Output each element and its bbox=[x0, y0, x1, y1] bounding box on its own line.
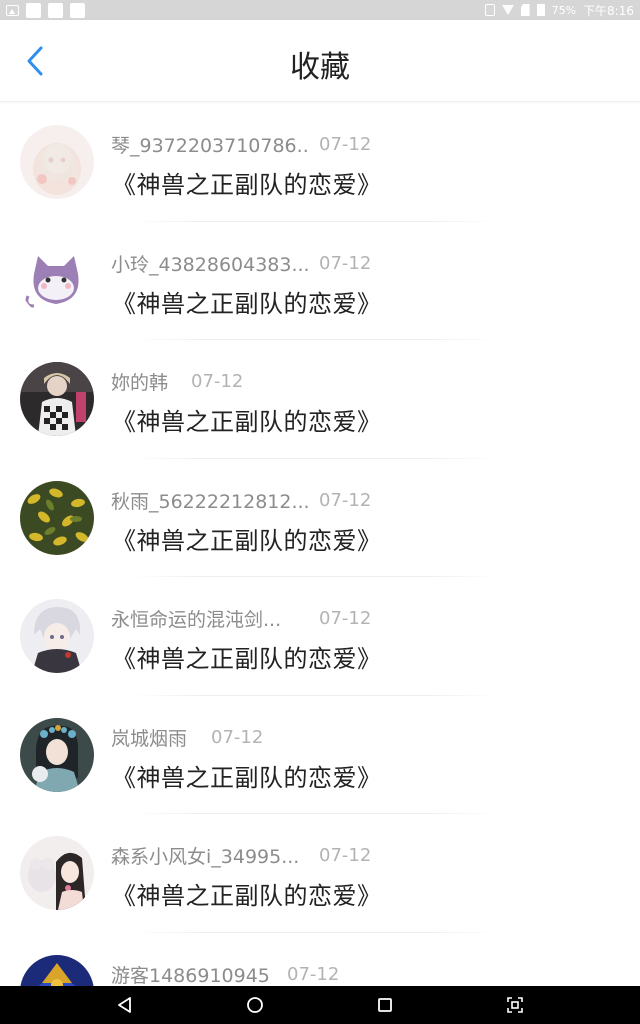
list-item[interactable]: 秋雨_56222212812... 07-12 《神兽之正副队的恋爱》 bbox=[0, 459, 640, 577]
date: 07-12 bbox=[319, 252, 372, 274]
avatar[interactable] bbox=[20, 599, 94, 673]
screenshot-icon[interactable] bbox=[504, 995, 526, 1015]
list-item[interactable]: 妳的韩 07-12 《神兽之正副队的恋爱》 bbox=[0, 340, 640, 459]
header: 收藏 bbox=[0, 20, 640, 102]
nickname: 森系小风女i_34995... bbox=[111, 846, 300, 868]
item-meta: 游客1486910945 07-12 bbox=[111, 961, 339, 988]
list-item[interactable]: 岚城烟雨 07-12 《神兽之正副队的恋爱》 bbox=[0, 696, 640, 814]
nickname: 秋雨_56222212812... bbox=[111, 490, 310, 513]
wifi-icon bbox=[501, 5, 514, 15]
list-item[interactable]: 小玲_43828604383... 07-12 《神兽之正副队的恋爱》 bbox=[0, 222, 640, 340]
image-icon bbox=[6, 4, 19, 16]
favorites-list: 琴_9372203710786.. 07-12 《神兽之正副队的恋爱》 小玲_4… bbox=[0, 103, 640, 1024]
recents-square-icon[interactable] bbox=[374, 995, 396, 1015]
system-icons: 75% 下午8:16 bbox=[484, 2, 634, 19]
square-icon bbox=[48, 2, 63, 18]
avatar[interactable] bbox=[20, 125, 94, 199]
book-title: 《神兽之正副队的恋爱》 bbox=[112, 526, 382, 555]
battery-percent: 75% bbox=[551, 3, 577, 17]
home-circle-icon[interactable] bbox=[244, 995, 266, 1015]
date: 07-12 bbox=[319, 845, 372, 866]
avatar[interactable] bbox=[20, 717, 94, 792]
list-item[interactable]: 森系小风女i_34995... 07-12 《神兽之正副队的恋爱》 bbox=[0, 814, 640, 933]
book-title: 《神兽之正副队的恋爱》 bbox=[112, 408, 382, 436]
book-title: 《神兽之正副队的恋爱》 bbox=[112, 171, 382, 199]
clock: 下午8:16 bbox=[583, 3, 634, 18]
nickname: 妳的韩 bbox=[111, 372, 169, 394]
item-meta: 小玲_43828604383... 07-12 bbox=[111, 250, 371, 277]
status-bar: 75% 下午8:16 bbox=[0, 0, 640, 20]
avatar[interactable] bbox=[20, 243, 94, 318]
book-title: 《神兽之正副队的恋爱》 bbox=[112, 289, 382, 318]
list-item[interactable]: 琴_9372203710786.. 07-12 《神兽之正副队的恋爱》 bbox=[0, 103, 640, 222]
navigation-bar bbox=[0, 986, 640, 1024]
nickname: 永恒命运的混沌剑... bbox=[111, 609, 282, 631]
list-item[interactable]: 永恒命运的混沌剑... 07-12 《神兽之正副队的恋爱》 bbox=[0, 577, 640, 696]
back-triangle-icon[interactable] bbox=[114, 995, 136, 1015]
date: 07-12 bbox=[319, 134, 372, 155]
square-icon bbox=[70, 2, 85, 18]
date: 07-12 bbox=[319, 489, 372, 511]
date: 07-12 bbox=[287, 963, 340, 985]
notification-icons bbox=[6, 2, 85, 18]
book-title: 《神兽之正副队的恋爱》 bbox=[112, 763, 382, 792]
nickname: 岚城烟雨 bbox=[111, 727, 188, 750]
item-meta: 秋雨_56222212812... 07-12 bbox=[111, 487, 371, 514]
nickname: 琴_9372203710786.. bbox=[111, 135, 309, 157]
sim-icon bbox=[520, 4, 530, 16]
item-meta: 琴_9372203710786.. 07-12 bbox=[111, 131, 371, 158]
date: 07-12 bbox=[211, 726, 264, 748]
item-meta: 岚城烟雨 07-12 bbox=[111, 724, 263, 751]
avatar[interactable] bbox=[20, 362, 94, 436]
date: 07-12 bbox=[191, 371, 244, 392]
date: 07-12 bbox=[319, 608, 372, 629]
avatar[interactable] bbox=[20, 836, 94, 910]
avatar[interactable] bbox=[20, 480, 94, 555]
nickname: 游客1486910945 bbox=[111, 964, 270, 987]
item-meta: 永恒命运的混沌剑... 07-12 bbox=[111, 605, 371, 632]
square-icon bbox=[26, 2, 41, 18]
book-title: 《神兽之正副队的恋爱》 bbox=[112, 645, 382, 673]
item-meta: 妳的韩 07-12 bbox=[111, 368, 243, 395]
book-title: 《神兽之正副队的恋爱》 bbox=[112, 882, 382, 910]
battery-icon bbox=[536, 4, 545, 16]
vibrate-icon bbox=[484, 4, 495, 16]
nickname: 小玲_43828604383... bbox=[111, 253, 310, 276]
page-title: 收藏 bbox=[290, 50, 350, 85]
item-meta: 森系小风女i_34995... 07-12 bbox=[111, 842, 371, 869]
